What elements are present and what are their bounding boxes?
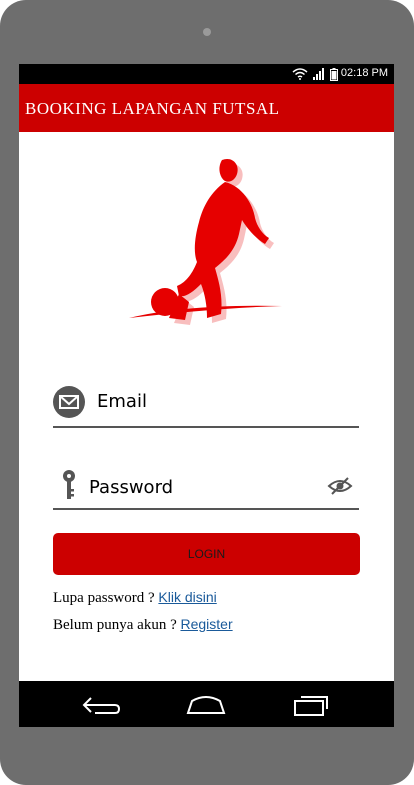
password-field[interactable]: Password	[53, 466, 359, 510]
register-link[interactable]: Register	[180, 616, 232, 632]
status-icons	[292, 66, 338, 82]
forgot-password-link[interactable]: Klik disini	[158, 589, 216, 605]
key-icon	[63, 470, 75, 499]
app-bar: BOOKING LAPANGAN FUTSAL	[19, 84, 394, 132]
login-button[interactable]: LOGIN	[53, 533, 360, 575]
email-placeholder: Email	[97, 391, 147, 412]
register-row: Belum punya akun ? Register	[53, 616, 233, 634]
password-placeholder: Password	[89, 477, 174, 498]
screen: 02:18 PM BOOKING LAPANGAN FUTSAL Email P…	[19, 64, 394, 720]
register-text: Belum punya akun ?	[53, 617, 181, 633]
wifi-icon	[292, 68, 308, 80]
home-icon[interactable]	[186, 695, 226, 715]
device-frame: 02:18 PM BOOKING LAPANGAN FUTSAL Email P…	[0, 0, 414, 785]
back-icon[interactable]	[81, 695, 121, 715]
navigation-bar	[19, 681, 394, 727]
mail-icon	[53, 386, 85, 418]
futsal-player-logo	[129, 158, 282, 325]
visibility-icon[interactable]	[327, 476, 353, 496]
battery-icon	[330, 67, 338, 81]
status-bar: 02:18 PM	[19, 64, 394, 84]
app-title: BOOKING LAPANGAN FUTSAL	[25, 99, 280, 118]
status-time: 02:18 PM	[340, 67, 388, 79]
camera	[203, 28, 211, 36]
recents-icon[interactable]	[293, 693, 331, 717]
signal-icon	[313, 68, 324, 80]
forgot-password-row: Lupa password ? Klik disini	[53, 589, 217, 607]
email-field[interactable]: Email	[53, 386, 359, 428]
forgot-password-text: Lupa password ?	[53, 590, 159, 606]
